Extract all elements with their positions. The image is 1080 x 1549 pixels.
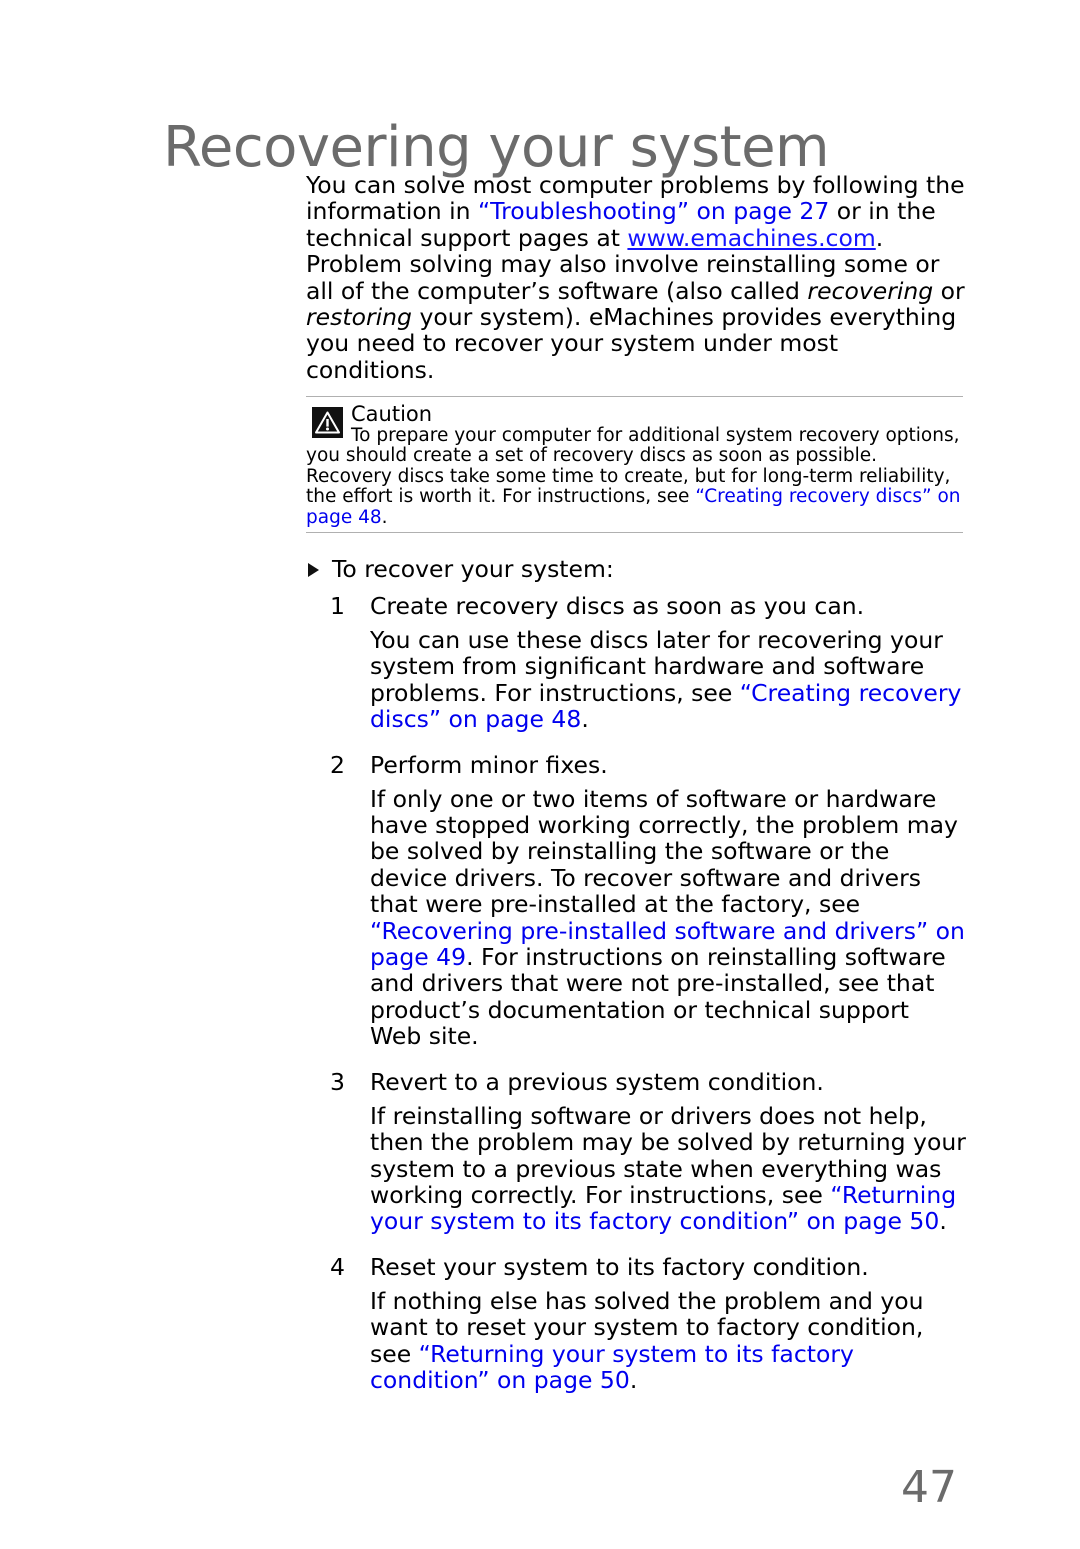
step-body-part-2: . [939,1207,947,1236]
intro-paragraph-block: You can solve most computer problems by … [306,172,966,383]
procedure-heading: To recover your system: [306,554,966,584]
step-body: If reinstalling software or drivers does… [370,1102,966,1236]
step-spacer [306,1052,966,1066]
step-title: Revert to a previous system condition. [370,1067,824,1096]
step-body-part-1: If only one or two items of software or … [370,784,958,919]
step-number: 3 [330,1067,345,1096]
step-title: Create recovery discs as soon as you can… [370,592,865,620]
intro-text-part-4: or [933,276,965,305]
intro-paragraph: You can solve most computer problems by … [306,172,966,383]
caution-body: To prepare your computer for additional … [306,425,963,528]
step-title: Reset your system to its factory conditi… [370,1252,869,1281]
caution-body-part-2: . [381,506,388,528]
document-page: Recovering your system You can solve mos… [0,0,1080,1549]
page-number: 47 [901,1462,957,1513]
link-emachines-website[interactable]: www.emachines.com [627,224,875,252]
procedure-step-1: 1 Create recovery discs as soon as you c… [306,590,966,733]
step-body: If only one or two items of software or … [370,784,966,1050]
step-body-part-2: . [581,705,589,734]
procedure-step-2: 2 Perform minor fixes. If only one or tw… [306,749,966,1050]
step-number: 4 [330,1252,345,1281]
step-body: You can use these discs later for recove… [370,627,966,733]
intro-italic-restoring: restoring [306,303,412,332]
step-body: If nothing else has solved the problem a… [370,1288,966,1394]
link-returning-system-factory-condition-page-50-step4[interactable]: “Returning your system to its factory co… [370,1340,854,1394]
warning-triangle-icon [312,407,343,438]
procedure-heading-label: To recover your system: [332,555,614,583]
step-spacer [306,1237,966,1251]
caution-heading: Caution [351,402,433,426]
triangle-right-bullet-icon [308,563,319,577]
step-body-part-2: . [629,1365,638,1394]
step-number: 2 [330,750,345,779]
procedure-block: To recover your system: 1 Create recover… [306,554,966,1395]
step-number: 1 [330,592,345,620]
intro-italic-recovering: recovering [807,276,934,305]
caution-box: Caution To prepare your computer for add… [306,396,963,534]
procedure-step-3: 3 Revert to a previous system condition.… [306,1066,966,1235]
page-title: Recovering your system [163,114,830,180]
caution-bottom-rule [306,532,963,534]
link-troubleshooting-page-27[interactable]: “Troubleshooting” on page 27 [478,197,829,225]
step-spacer [306,735,966,749]
procedure-step-4: 4 Reset your system to its factory condi… [306,1251,966,1394]
step-title: Perform minor fixes. [370,750,608,779]
